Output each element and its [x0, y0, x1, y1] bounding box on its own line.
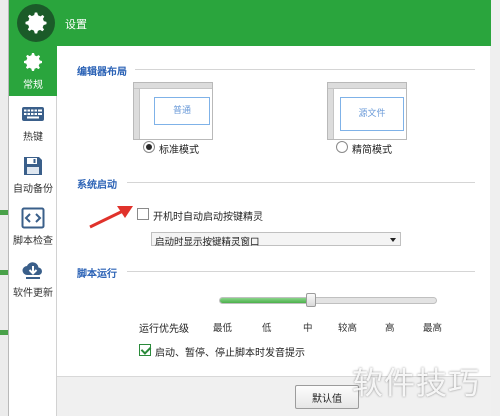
- keyboard-icon: [21, 102, 45, 126]
- auto-start-label[interactable]: 开机时自动启动按键精灵: [153, 208, 263, 223]
- floppy-disk-icon: [21, 154, 45, 178]
- priority-tick-low: 低: [262, 323, 272, 334]
- title-bar[interactable]: 设置: [9, 0, 491, 46]
- red-arrow-annotation: [89, 206, 133, 229]
- standard-preview-text: 普通: [154, 97, 210, 125]
- section-divider: [127, 271, 475, 272]
- sidebar-item-label: 常规: [23, 80, 43, 91]
- sidebar-item-auto-backup[interactable]: 自动备份: [9, 150, 57, 200]
- gear-icon: [21, 50, 45, 74]
- settings-content: 编辑器布局 普通 标准模式 源文件 精简模式 系统启动 开机时自动启动按键精灵 …: [57, 46, 491, 376]
- priority-tick-lowest: 最低: [213, 323, 233, 334]
- sidebar-item-label: 软件更新: [13, 288, 53, 299]
- sidebar-item-label: 热键: [23, 132, 43, 143]
- startup-display-value: 启动时显示按键精灵窗口: [155, 237, 260, 248]
- sound-prompt-checkbox[interactable]: [139, 344, 151, 356]
- priority-label: 运行优先级: [139, 324, 189, 335]
- priority-tick-highest: 最高: [423, 323, 443, 334]
- sidebar-item-label: 脚本检查: [13, 236, 53, 247]
- compact-preview-text: 源文件: [340, 97, 404, 131]
- code-brackets-icon: [21, 206, 45, 230]
- settings-dialog: 设置 常规 热键 自动备份 脚本检查 软件更新 编辑器布局 普通 标准模式 源文…: [8, 0, 491, 416]
- watermark-text: 软件技巧: [352, 366, 480, 402]
- priority-tick-normal: 中: [303, 323, 313, 334]
- standard-mode-radio[interactable]: [143, 141, 155, 153]
- settings-sidebar: 常规 热键 自动备份 脚本检查 软件更新: [9, 46, 57, 416]
- standard-mode-label[interactable]: 标准模式: [159, 141, 199, 156]
- sidebar-item-label: 自动备份: [13, 184, 53, 195]
- sidebar-item-hotkeys[interactable]: 热键: [9, 98, 57, 148]
- sidebar-item-script-check[interactable]: 脚本检查: [9, 202, 57, 252]
- app-gear-icon: [17, 4, 55, 42]
- section-divider: [127, 182, 475, 183]
- section-title-system-startup: 系统启动: [77, 180, 117, 191]
- sidebar-item-software-update[interactable]: 软件更新: [9, 254, 57, 304]
- chevron-down-icon: [390, 238, 396, 242]
- startup-display-select[interactable]: 启动时显示按键精灵窗口: [151, 232, 401, 248]
- priority-tick-above-normal: 较高: [338, 323, 358, 334]
- sidebar-item-general[interactable]: 常规: [9, 46, 57, 96]
- compact-mode-radio[interactable]: [336, 141, 348, 153]
- restore-defaults-button[interactable]: 默认值: [295, 385, 359, 409]
- sound-prompt-label[interactable]: 启动、暂停、停止脚本时发音提示: [155, 344, 305, 359]
- compact-mode-preview[interactable]: 源文件: [327, 82, 407, 140]
- cloud-download-icon: [21, 258, 45, 282]
- compact-mode-label[interactable]: 精简模式: [352, 141, 392, 156]
- standard-mode-preview[interactable]: 普通: [133, 82, 213, 140]
- section-divider: [135, 69, 475, 70]
- priority-slider-thumb[interactable]: [306, 293, 316, 307]
- auto-start-checkbox[interactable]: [137, 208, 149, 220]
- section-title-script-run: 脚本运行: [77, 269, 117, 280]
- priority-slider-fill: [220, 298, 311, 303]
- section-title-editor-layout: 编辑器布局: [77, 67, 127, 78]
- priority-slider-track[interactable]: [219, 297, 437, 304]
- priority-tick-high: 高: [385, 323, 395, 334]
- window-title: 设置: [65, 18, 87, 31]
